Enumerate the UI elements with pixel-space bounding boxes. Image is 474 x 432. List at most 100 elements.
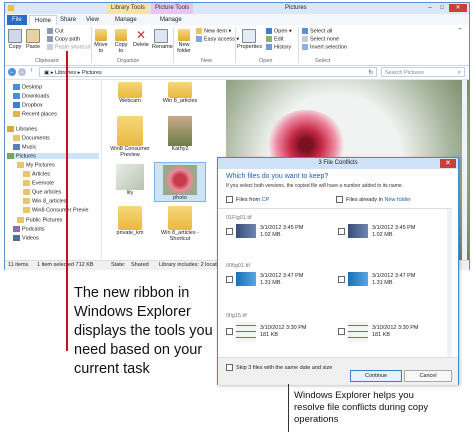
nav-item-music[interactable]: Music [13, 144, 36, 150]
tab-manage-picture[interactable]: Manage [155, 15, 187, 25]
nav-item-downloads[interactable]: Downloads [13, 93, 49, 99]
open-button[interactable]: Open ▾ [266, 28, 292, 34]
nav-item-win8-articles[interactable]: Win 8_articles [23, 198, 67, 204]
history-button[interactable]: History [266, 44, 291, 50]
move-to-button[interactable]: Move to [93, 29, 109, 54]
file-tile-win8-articles-shortcut[interactable]: Win 8_articles - Shortcut [158, 206, 202, 242]
keep-left-checkbox[interactable] [226, 328, 236, 335]
keep-left-checkbox[interactable] [226, 228, 236, 235]
properties-button[interactable]: Properties [237, 29, 262, 50]
maximize-button[interactable]: □ [437, 4, 447, 12]
file-tile-webcam[interactable]: Webcam [108, 82, 152, 104]
file-tile-win8-consumer-preview[interactable]: Win8 Consumer Preview [108, 116, 152, 158]
nav-item-evernote[interactable]: Evernote [23, 180, 54, 186]
nav-item-my-pictures[interactable]: My Pictures [17, 162, 55, 168]
file-tile-photo[interactable]: photo [154, 162, 206, 202]
left-file-size: 1.02 MB [260, 232, 281, 238]
move-folder-icon [95, 29, 107, 41]
rename-button[interactable]: Rename [152, 29, 173, 50]
files-already-link[interactable]: New folder [385, 197, 411, 203]
dropbox-icon [13, 102, 20, 108]
file-thumbnail [236, 224, 256, 238]
annotation-callout-line [66, 51, 68, 351]
file-tile-lily[interactable]: lily [108, 164, 152, 196]
ribbon-collapse-icon[interactable]: ⌃ [457, 27, 463, 35]
back-arrow-icon[interactable]: ← [8, 68, 16, 76]
new-folder-icon [178, 29, 190, 41]
close-button[interactable]: ✕ [449, 4, 467, 12]
tab-view[interactable]: View [81, 15, 104, 25]
cancel-button[interactable]: Cancel [404, 370, 452, 382]
keep-right-checkbox[interactable] [338, 276, 348, 283]
nav-item-videos[interactable]: Videos [13, 235, 39, 241]
nav-item-articles[interactable]: Articles [23, 171, 50, 177]
file-tile-win8-articles[interactable]: Win 8_articles [158, 82, 202, 104]
nav-item-pictures[interactable]: Pictures [7, 153, 99, 160]
paste-shortcut-button[interactable]: Paste shortcut [47, 44, 90, 50]
checkbox[interactable] [226, 276, 233, 283]
tab-file[interactable]: File [7, 15, 27, 25]
new-item-button[interactable]: New item ▾ [196, 28, 231, 34]
files-from-label: Files from [236, 196, 261, 203]
paste-button[interactable]: Paste [25, 29, 41, 50]
minimize-button[interactable]: – [425, 4, 435, 12]
breadcrumb-pictures[interactable]: Pictures [82, 70, 102, 76]
invert-selection-button[interactable]: Invert selection [302, 44, 347, 50]
checkbox[interactable] [226, 364, 233, 371]
keep-left-checkbox[interactable] [226, 276, 236, 283]
libraries-icon [7, 126, 14, 132]
forward-arrow-icon[interactable]: → [18, 68, 26, 76]
copy-path-button[interactable]: Copy path [47, 36, 80, 42]
keep-right-checkbox[interactable] [338, 228, 348, 235]
select-none-button[interactable]: Select none [302, 36, 339, 42]
select-all-button[interactable]: Select all [302, 28, 332, 34]
checkbox[interactable] [338, 228, 345, 235]
copy-button[interactable]: Copy [8, 29, 22, 50]
dialog-close-button[interactable]: ✕ [440, 159, 456, 168]
address-bar-row: ← → ↑ ▣ ▸ Libraries ▸ Pictures ↻ Search … [5, 66, 469, 80]
search-input[interactable]: Search Pictures ⌕ [381, 67, 465, 77]
tab-manage-library[interactable]: Manage [110, 15, 142, 25]
nav-item-desktop[interactable]: Desktop [13, 84, 42, 90]
easy-access-button[interactable]: Easy access ▾ [196, 36, 239, 42]
copy-to-button[interactable]: Copy to [113, 29, 129, 54]
folder-icon [8, 5, 14, 11]
dialog-title: 3 File Conflicts [218, 158, 458, 169]
checkbox[interactable] [226, 328, 233, 335]
keep-right-checkbox[interactable] [338, 328, 348, 335]
files-from-link[interactable]: CP [262, 197, 270, 203]
nav-item-win8-consumer-preview[interactable]: Win8 Consumer Previe [23, 207, 89, 213]
shortcut-folder-icon [168, 206, 192, 230]
nav-item-documents[interactable]: Documents [13, 135, 50, 141]
refresh-icon[interactable]: ↻ [368, 68, 373, 78]
checkbox[interactable] [226, 196, 233, 203]
nav-item-public-pictures[interactable]: Public Pictures [17, 217, 62, 223]
file-tile-kathy2[interactable]: Kathy2 [158, 116, 202, 152]
checkbox[interactable] [336, 196, 343, 203]
tab-share[interactable]: Share [55, 15, 81, 25]
new-folder-button[interactable]: New folder [175, 29, 193, 54]
skip-same-checkbox[interactable]: Skip 3 files with the same date and size [226, 364, 332, 371]
checkbox[interactable] [338, 328, 345, 335]
up-arrow-icon[interactable]: ↑ [30, 68, 33, 74]
checkbox[interactable] [338, 276, 345, 283]
delete-button[interactable]: ✕ Delete [133, 29, 149, 48]
edit-button[interactable]: Edit [266, 36, 283, 42]
nav-item-podcasts[interactable]: Podcasts [13, 226, 45, 232]
checkbox[interactable] [226, 228, 233, 235]
address-bar[interactable]: ▣ ▸ Libraries ▸ Pictures ↻ [39, 67, 377, 77]
nav-item-dropbox[interactable]: Dropbox [13, 102, 43, 108]
cut-button[interactable]: Cut [47, 28, 64, 34]
file-thumbnail [348, 322, 368, 342]
conflict-list-scrollbar[interactable] [447, 209, 452, 357]
nav-item-libraries[interactable]: Libraries [7, 126, 37, 132]
file-tile-private-km[interactable]: private_km [108, 206, 152, 236]
preview-scrollbar[interactable] [462, 80, 467, 260]
nav-item-que-articles[interactable]: Que articles [23, 189, 61, 195]
group-label-organize: Organize [117, 58, 140, 64]
nav-item-recent-places[interactable]: Recent places [13, 111, 57, 117]
continue-button[interactable]: Continue [350, 370, 402, 382]
files-from-checkbox[interactable]: Files from CP [226, 196, 269, 203]
ribbon: Copy Paste Cut Copy path Paste shortcut … [5, 25, 469, 66]
files-already-checkbox[interactable]: Files already in New folder [336, 196, 411, 203]
